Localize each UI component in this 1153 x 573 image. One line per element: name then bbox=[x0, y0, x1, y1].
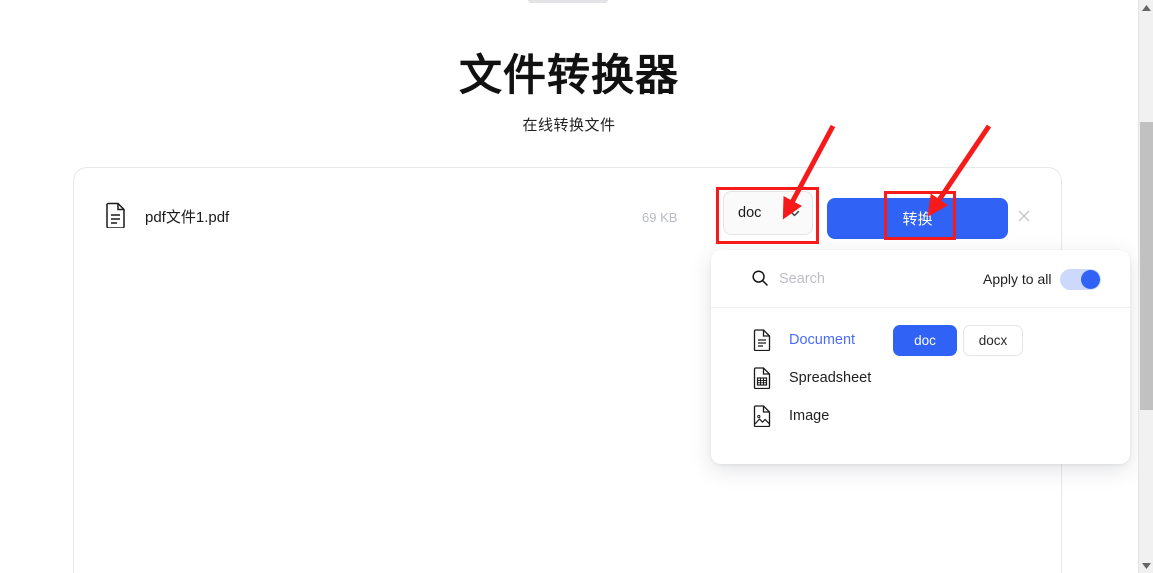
category-item-spreadsheet[interactable]: Spreadsheet bbox=[753, 367, 872, 390]
scroll-up-arrow-icon[interactable] bbox=[1139, 0, 1153, 15]
page-subtitle: 在线转换文件 bbox=[522, 117, 616, 135]
category-label: Document bbox=[789, 332, 856, 348]
category-item-image[interactable]: Image bbox=[753, 405, 830, 428]
format-chip-docx[interactable]: docx bbox=[963, 325, 1023, 356]
chevron-down-icon bbox=[788, 207, 801, 220]
convert-button[interactable]: 转换 bbox=[827, 198, 1008, 239]
spreadsheet-icon bbox=[753, 367, 772, 390]
apply-to-all-toggle[interactable] bbox=[1060, 269, 1101, 290]
format-select-value: doc bbox=[738, 205, 762, 221]
format-dropdown-panel: Apply to all Document bbox=[711, 250, 1130, 464]
image-icon bbox=[753, 405, 772, 428]
format-select[interactable]: doc bbox=[723, 191, 813, 235]
file-name: pdf文件1.pdf bbox=[145, 209, 230, 226]
search-icon bbox=[751, 269, 769, 287]
browser-scrollbar[interactable] bbox=[1138, 0, 1153, 573]
close-icon[interactable] bbox=[1016, 208, 1032, 224]
file-size: 69 KB bbox=[642, 210, 678, 225]
format-chip-doc[interactable]: doc bbox=[893, 325, 957, 356]
scrolled-offscreen-element bbox=[528, 0, 608, 3]
panel-search-bar: Apply to all bbox=[711, 250, 1130, 308]
document-file-icon bbox=[105, 202, 127, 229]
search-input[interactable] bbox=[779, 268, 959, 290]
document-icon bbox=[753, 329, 772, 352]
page-title: 文件转换器 bbox=[459, 52, 679, 100]
page-viewport: 文件转换器 在线转换文件 pdf文件1.pdf 69 KB doc 转换 Sea… bbox=[0, 0, 1138, 573]
page-header: 文件转换器 在线转换文件 bbox=[0, 52, 1138, 135]
category-label: Spreadsheet bbox=[789, 370, 872, 386]
scroll-down-arrow-icon[interactable] bbox=[1139, 558, 1153, 573]
category-label: Image bbox=[789, 408, 830, 424]
toggle-knob bbox=[1081, 270, 1100, 289]
category-item-document[interactable]: Document bbox=[753, 329, 856, 352]
apply-to-all-label: Apply to all bbox=[983, 271, 1052, 287]
scrollbar-thumb[interactable] bbox=[1140, 122, 1153, 410]
